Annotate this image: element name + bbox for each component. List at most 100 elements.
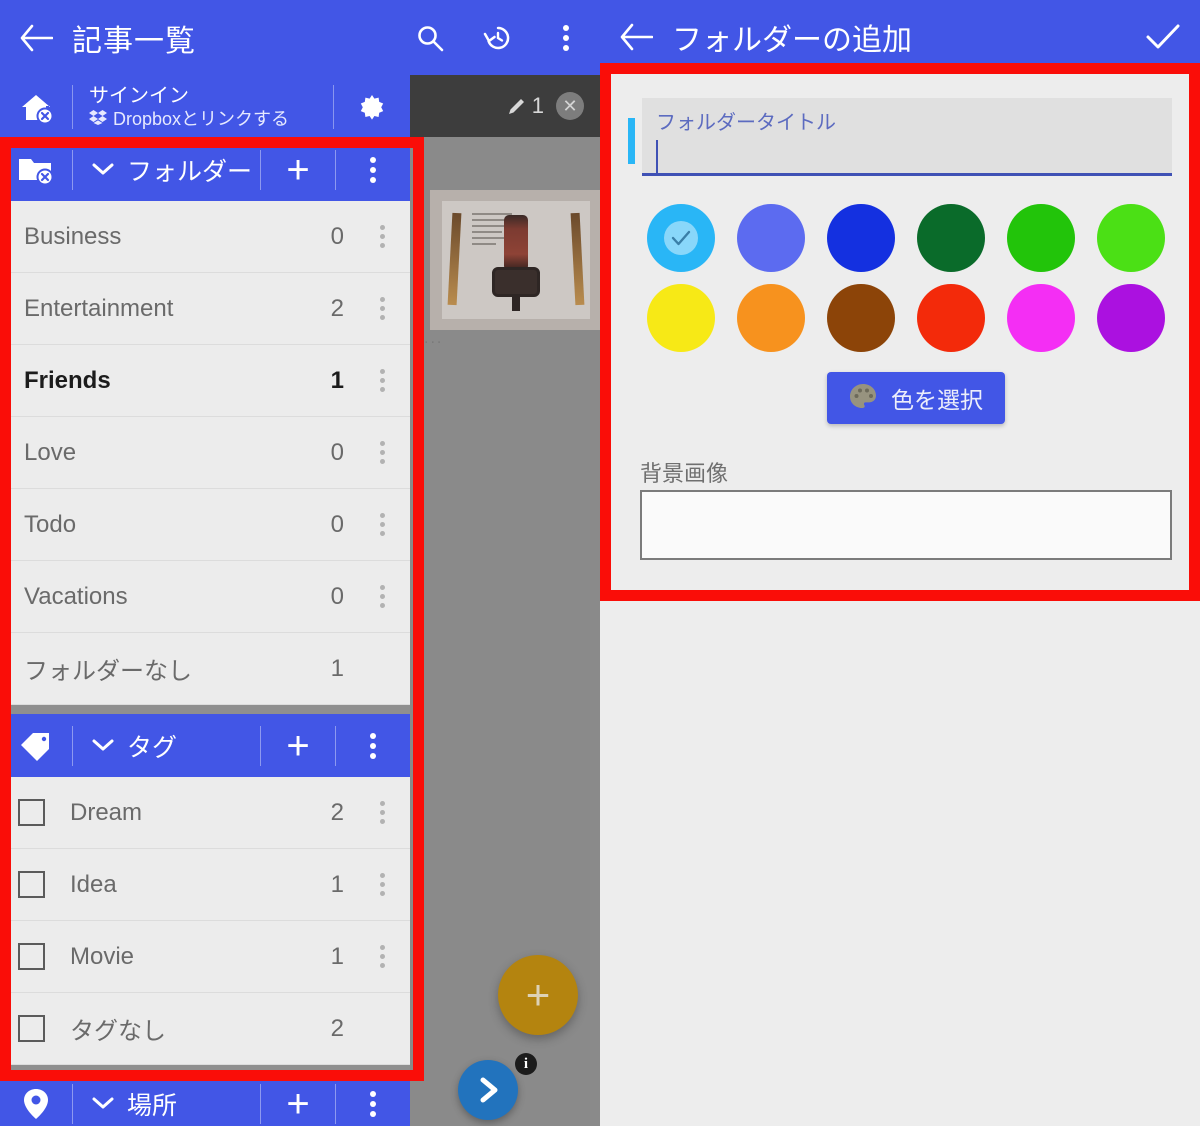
microphone-body bbox=[504, 215, 528, 271]
place-section-header[interactable]: 場所 + bbox=[0, 1081, 410, 1126]
folder-item-overflow-icon[interactable] bbox=[354, 441, 410, 464]
folder-item-overflow-icon[interactable] bbox=[354, 225, 410, 248]
next-fab-button[interactable] bbox=[458, 1060, 518, 1120]
add-fab-button[interactable]: + bbox=[498, 955, 578, 1035]
tag-section-header[interactable]: タグ + bbox=[0, 714, 410, 777]
color-swatch-grid bbox=[636, 204, 1176, 352]
gear-icon[interactable] bbox=[334, 90, 410, 124]
color-swatch-light-blue[interactable] bbox=[647, 204, 715, 272]
folder-overflow-menu-icon[interactable] bbox=[336, 156, 410, 183]
tag-list-item[interactable]: タグなし 2 bbox=[0, 993, 410, 1065]
color-swatch-magenta[interactable] bbox=[1007, 284, 1075, 352]
tag-list: Dream 2 Idea 1 Movie 1 タグなし 2 bbox=[0, 777, 410, 1065]
tag-list-item[interactable]: Dream 2 bbox=[0, 777, 410, 849]
signin-row[interactable]: サインイン Dropboxとリンクする bbox=[0, 75, 410, 138]
color-swatch-yellow[interactable] bbox=[647, 284, 715, 352]
folder-item-label: Business bbox=[24, 222, 122, 250]
tag-item-overflow-icon[interactable] bbox=[354, 945, 410, 968]
folder-item-label: フォルダーなし bbox=[24, 658, 192, 685]
tag-item-count: 1 bbox=[330, 942, 344, 970]
folder-list: Business 0 Entertainment 2 Friends 1 Love 0 Todo… bbox=[0, 201, 410, 705]
tag-checkbox[interactable] bbox=[0, 799, 52, 826]
page-title: 記事一覧 bbox=[72, 24, 196, 58]
add-place-button[interactable]: + bbox=[261, 1084, 335, 1124]
folder-list-item[interactable]: Love 0 bbox=[0, 417, 410, 489]
pencil-icon: 1 bbox=[506, 93, 544, 119]
field-accent-bar bbox=[628, 118, 635, 164]
color-swatch-blue[interactable] bbox=[827, 204, 895, 272]
pick-color-button[interactable]: 色を選択 bbox=[827, 372, 1005, 424]
folder-item-label: Entertainment bbox=[24, 294, 174, 322]
tag-item-count: 2 bbox=[330, 1014, 344, 1042]
thumbnail-stick-right bbox=[570, 212, 585, 306]
color-swatch-brown[interactable] bbox=[827, 284, 895, 352]
microphone-mount bbox=[492, 267, 540, 297]
background-article-screen: 1 ✕ ... bbox=[410, 75, 600, 1126]
folder-title-input[interactable]: フォルダータイトル bbox=[642, 98, 1172, 176]
article-ellipsis: ... bbox=[424, 330, 444, 347]
right-screen: フォルダーの追加 フォルダータイトル 色を選択 背景画像 bbox=[600, 0, 1200, 1126]
folder-item-overflow-icon[interactable] bbox=[354, 513, 410, 536]
folder-title-label: フォルダータイトル bbox=[656, 112, 836, 134]
check-icon[interactable] bbox=[1126, 22, 1200, 52]
folder-item-overflow-icon[interactable] bbox=[354, 297, 410, 320]
chevron-down-icon bbox=[91, 1089, 115, 1118]
info-badge-icon[interactable]: i bbox=[515, 1053, 537, 1075]
folder-list-item[interactable]: Friends 1 bbox=[0, 345, 410, 417]
overflow-menu-icon[interactable] bbox=[532, 0, 600, 75]
edit-count: 1 bbox=[531, 93, 544, 118]
folder-list-item[interactable]: Vacations 0 bbox=[0, 561, 410, 633]
tag-item-overflow-icon[interactable] bbox=[354, 873, 410, 896]
tag-section-toggle[interactable]: タグ bbox=[73, 728, 260, 764]
tag-item-label: Idea bbox=[70, 870, 117, 898]
place-section-toggle[interactable]: 場所 bbox=[73, 1086, 260, 1122]
tag-icon bbox=[0, 731, 72, 761]
place-section-label: 場所 bbox=[127, 1091, 178, 1120]
folder-list-item[interactable]: Business 0 bbox=[0, 201, 410, 273]
background-image-picker[interactable] bbox=[640, 490, 1172, 560]
close-circle-icon[interactable]: ✕ bbox=[556, 92, 584, 120]
folder-item-count: 0 bbox=[330, 582, 344, 610]
folder-section-header[interactable]: フォルダー + bbox=[0, 138, 410, 201]
add-tag-button[interactable]: + bbox=[261, 726, 335, 766]
tag-item-label: タグなし bbox=[70, 1018, 166, 1045]
palette-icon bbox=[849, 383, 877, 414]
tag-checkbox[interactable] bbox=[0, 871, 52, 898]
back-arrow-icon[interactable] bbox=[0, 24, 72, 52]
back-arrow-icon[interactable] bbox=[600, 23, 672, 51]
tag-list-item[interactable]: Movie 1 bbox=[0, 921, 410, 993]
color-swatch-green[interactable] bbox=[1007, 204, 1075, 272]
folder-item-overflow-icon[interactable] bbox=[354, 369, 410, 392]
home-off-icon[interactable] bbox=[0, 90, 72, 124]
place-overflow-menu-icon[interactable] bbox=[336, 1090, 410, 1117]
add-folder-button[interactable]: + bbox=[261, 150, 335, 190]
folder-list-item[interactable]: Todo 0 bbox=[0, 489, 410, 561]
tag-overflow-menu-icon[interactable] bbox=[336, 732, 410, 759]
color-swatch-red[interactable] bbox=[917, 284, 985, 352]
folder-list-item[interactable]: フォルダーなし 1 bbox=[0, 633, 410, 705]
history-icon[interactable] bbox=[464, 0, 532, 75]
thumbnail-stick-left bbox=[447, 212, 462, 306]
microphone-stem bbox=[512, 295, 520, 311]
location-pin-icon bbox=[0, 1088, 72, 1120]
dropbox-link-row: Dropboxとリンクする bbox=[89, 108, 333, 130]
color-swatch-orange[interactable] bbox=[737, 284, 805, 352]
folder-item-count: 0 bbox=[330, 438, 344, 466]
folder-list-item[interactable]: Entertainment 2 bbox=[0, 273, 410, 345]
tag-item-overflow-icon[interactable] bbox=[354, 801, 410, 824]
tag-item-label: Movie bbox=[70, 942, 135, 970]
folder-section-toggle[interactable]: フォルダー bbox=[73, 152, 260, 188]
chevron-down-icon bbox=[91, 731, 115, 760]
folder-title-field-wrap: フォルダータイトル bbox=[628, 98, 1172, 182]
folder-item-label: Friends bbox=[24, 366, 111, 394]
color-swatch-indigo-light[interactable] bbox=[737, 204, 805, 272]
search-icon[interactable] bbox=[396, 0, 464, 75]
tag-checkbox[interactable] bbox=[0, 1015, 52, 1042]
tag-list-item[interactable]: Idea 1 bbox=[0, 849, 410, 921]
folder-item-overflow-icon[interactable] bbox=[354, 585, 410, 608]
tag-checkbox[interactable] bbox=[0, 943, 52, 970]
dropbox-icon bbox=[89, 108, 107, 130]
color-swatch-dark-green[interactable] bbox=[917, 204, 985, 272]
color-swatch-light-green[interactable] bbox=[1097, 204, 1165, 272]
color-swatch-purple[interactable] bbox=[1097, 284, 1165, 352]
